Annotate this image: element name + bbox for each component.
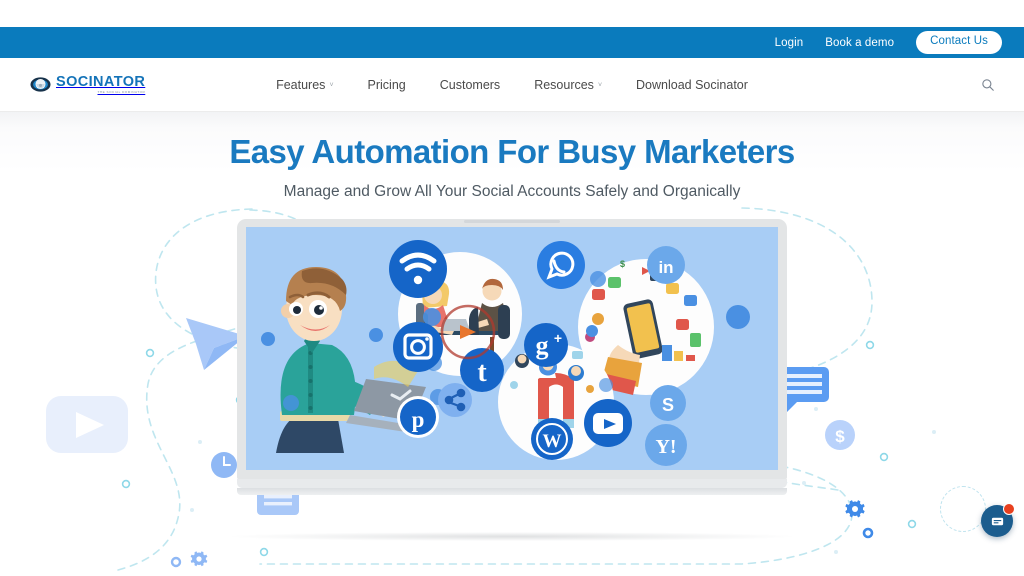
youtube-icon	[584, 399, 632, 447]
search-icon	[981, 78, 995, 92]
svg-text:p: p	[412, 407, 425, 432]
small-circle	[170, 556, 182, 568]
laptop-lid: $ 25	[237, 219, 787, 479]
linkedin-icon: in	[647, 246, 685, 284]
page-top-spacer	[0, 0, 1024, 27]
laptop-screen: $ 25	[246, 227, 778, 470]
share-icon	[438, 383, 472, 417]
nav-item-label: Pricing	[367, 77, 406, 92]
site-header: SOCINATOR THE SOCIAL DOMINATOR Features …	[0, 58, 1024, 112]
skype-icon: S	[650, 385, 686, 421]
hero-section: $ $	[0, 112, 1024, 576]
instagram-icon	[393, 322, 443, 372]
nav-item-download-socinator[interactable]: Download Socinator	[636, 78, 748, 92]
contact-us-button[interactable]: Contact Us	[916, 31, 1002, 54]
svg-text:in: in	[658, 258, 673, 277]
chevron-down-icon: ˅	[597, 82, 603, 89]
message-icon	[990, 514, 1005, 529]
socinator-orb-logo-icon	[30, 74, 51, 95]
gear-icon	[845, 500, 865, 518]
whatsapp-icon	[537, 241, 585, 289]
nav-item-customers[interactable]: Customers	[440, 78, 500, 92]
svg-text:S: S	[662, 395, 674, 415]
svg-text:g: g	[536, 331, 549, 360]
play-button-icon	[46, 396, 128, 453]
wordpress-icon: W	[531, 418, 573, 460]
clock-icon	[211, 452, 237, 478]
chevron-down-icon: ˅	[329, 82, 334, 89]
chat-widget-ring	[940, 486, 986, 532]
svg-text:Y!: Y!	[655, 436, 676, 458]
laptop-notch	[464, 220, 560, 223]
nav-item-label: Customers	[439, 77, 501, 92]
laptop-base-foot	[237, 488, 787, 495]
small-circle	[862, 527, 874, 539]
svg-text:t: t	[477, 357, 487, 388]
laptop-shadow	[232, 532, 792, 541]
svg-text:$: $	[620, 259, 625, 269]
pinterest-icon: p	[397, 396, 439, 438]
nav-item-pricing[interactable]: Pricing	[368, 78, 406, 92]
landing-page: Login Book a demo Contact Us SOCINATOR T…	[0, 0, 1024, 576]
svg-text:W: W	[543, 431, 562, 452]
nav-item-resources[interactable]: Resources ˅	[534, 78, 602, 92]
search-button[interactable]	[978, 75, 998, 95]
wifi-icon	[389, 240, 447, 298]
nav-item-label: Download Socinator	[636, 77, 748, 92]
page-title: Easy Automation For Busy Marketers	[229, 133, 795, 170]
nav-item-label: Features	[276, 77, 326, 92]
logo-name: SOCINATOR	[56, 73, 146, 90]
top-utility-bar: Login Book a demo Contact Us	[0, 27, 1024, 58]
logo-tagline: THE SOCIAL DOMINATOR	[97, 89, 146, 94]
chat-notification-badge	[1003, 503, 1015, 515]
topbar-link-book-a-demo[interactable]: Book a demo	[825, 37, 894, 49]
svg-text:$: $	[835, 427, 845, 446]
gear-icon	[190, 551, 208, 567]
nav-item-label: Resources	[534, 77, 594, 92]
laptop-mockup: $ 25	[237, 219, 787, 495]
google-plus-icon: g +	[524, 323, 568, 367]
logo-wordmark: SOCINATOR THE SOCIAL DOMINATOR	[56, 75, 145, 94]
dollar-icon: $	[825, 420, 855, 450]
topbar-link-login[interactable]: Login	[775, 37, 804, 49]
chat-widget-button[interactable]	[981, 503, 1015, 537]
yahoo-icon: Y!	[645, 424, 687, 466]
logo-link[interactable]: SOCINATOR THE SOCIAL DOMINATOR	[30, 74, 160, 95]
laptop-base	[237, 220, 787, 488]
hero-subtitle: Manage and Grow All Your Social Accounts…	[283, 183, 741, 201]
nav-item-features[interactable]: Features ˅	[276, 78, 333, 92]
svg-text:+: +	[554, 330, 562, 346]
